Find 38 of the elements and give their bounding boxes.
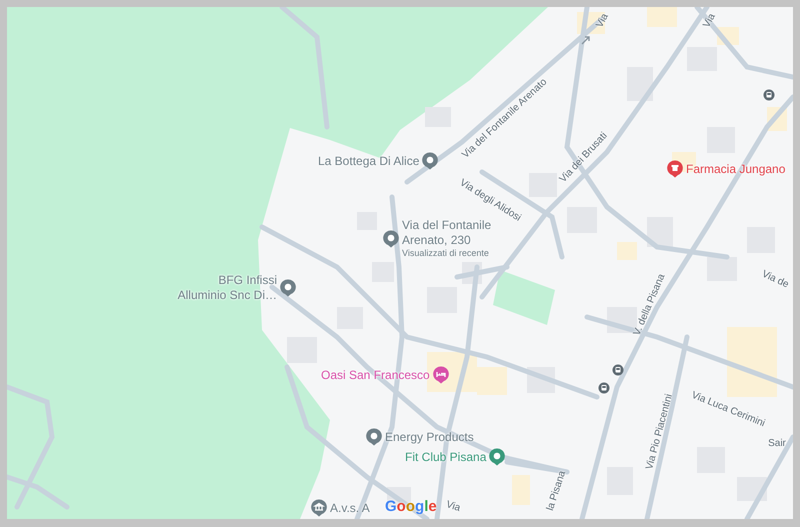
- building: [727, 327, 777, 397]
- street-label: Via: [444, 499, 462, 515]
- bus-icon[interactable]: [598, 382, 610, 394]
- place-label[interactable]: BFG Infissi Alluminio Snc Di…: [177, 273, 277, 303]
- place-label[interactable]: Oasi San Francesco: [321, 368, 430, 382]
- building: [647, 7, 677, 27]
- place-label[interactable]: La Bottega Di Alice: [318, 154, 420, 168]
- place-subtitle: Visualizzati di recente: [402, 248, 490, 259]
- bus-icon[interactable]: [612, 364, 624, 376]
- building: [647, 217, 673, 247]
- location-pin-icon[interactable]: [422, 152, 438, 170]
- street-label: Via: [701, 12, 719, 30]
- one-way-arrow-icon: [581, 35, 591, 45]
- street-label: Via: [594, 12, 612, 30]
- location-pin-icon[interactable]: [489, 448, 506, 466]
- building: [512, 475, 530, 505]
- location-pin-icon[interactable]: [280, 279, 296, 297]
- building: [617, 242, 637, 260]
- location-pin-icon[interactable]: [366, 428, 382, 446]
- google-logo[interactable]: Google: [385, 499, 437, 515]
- building: [627, 67, 653, 101]
- building: [287, 337, 317, 363]
- mortar-icon[interactable]: [667, 160, 683, 178]
- building: [529, 173, 557, 197]
- place-label[interactable]: Fit Club Pisana: [405, 450, 486, 464]
- place-label[interactable]: Via del Fontanile Arenato, 230: [402, 218, 498, 248]
- bed-icon[interactable]: [432, 366, 449, 384]
- place-label[interactable]: A.v.s. A: [330, 500, 370, 516]
- place-label[interactable]: Energy Products: [385, 430, 474, 444]
- building-icon[interactable]: [311, 499, 327, 517]
- street-label: la Pisana: [544, 470, 570, 512]
- bus-icon[interactable]: [763, 89, 775, 101]
- building: [707, 257, 737, 281]
- place-label[interactable]: Farmacia Jungano: [686, 162, 786, 176]
- location-pin-icon[interactable]: [383, 230, 399, 248]
- street-label: Via de: [760, 268, 790, 292]
- building: [425, 107, 451, 127]
- street-label: Sair: [768, 438, 786, 450]
